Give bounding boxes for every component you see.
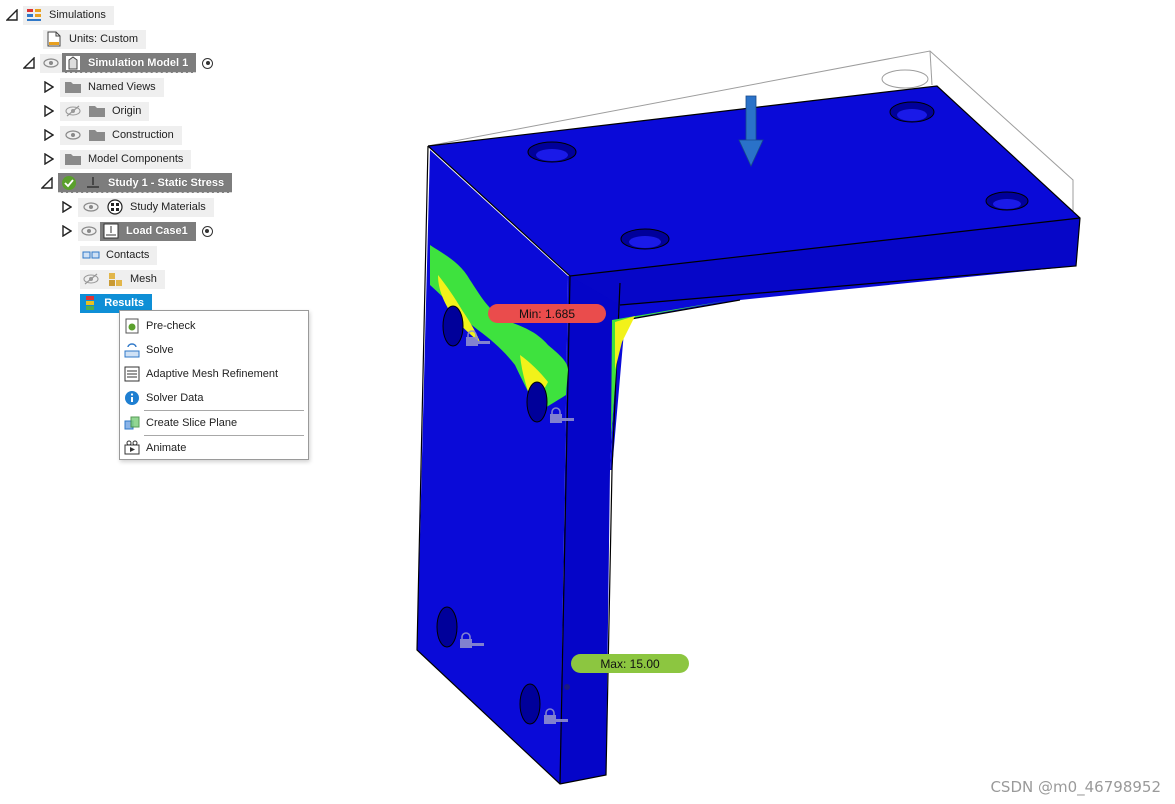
collapse-arrow-icon[interactable]	[40, 176, 54, 190]
tree-item-load-case[interactable]: Load Case1	[60, 221, 213, 241]
tree-item-label: Study Materials	[130, 201, 206, 213]
tree-item-label: Origin	[112, 105, 142, 117]
units-label: Units: Custom	[69, 33, 139, 45]
folder-icon	[64, 150, 82, 168]
load-case-label: Load Case1	[126, 225, 188, 237]
results-icon	[82, 294, 98, 312]
collapse-arrow-icon[interactable]	[22, 56, 36, 70]
materials-icon	[106, 198, 124, 216]
menu-item-create-slice-plane[interactable]: Create Slice Plane	[120, 411, 308, 435]
mesh-refinement-icon	[124, 366, 140, 382]
units-setting[interactable]: Units: Custom	[43, 29, 147, 49]
results-label: Results	[104, 297, 144, 309]
check-circle-icon	[60, 174, 78, 192]
menu-item-label: Solver Data	[146, 392, 204, 404]
menu-item-label: Animate	[146, 442, 187, 454]
tree-item-construction[interactable]: Construction	[42, 125, 182, 145]
model-icon	[64, 54, 82, 72]
simulation-model-node[interactable]: Simulation Model 1	[22, 53, 214, 73]
info-icon	[124, 390, 140, 406]
document-icon	[45, 30, 63, 48]
tree-item-model-components[interactable]: Model Components	[42, 149, 192, 169]
results-context-menu: Pre-check Solve Adaptive Mesh Refinement…	[119, 310, 309, 460]
eye-hidden-icon[interactable]	[82, 270, 100, 288]
min-probe-label[interactable]: Min: 1.685	[488, 304, 606, 323]
activate-radio-icon[interactable]	[201, 225, 213, 237]
expand-arrow-icon[interactable]	[42, 80, 56, 94]
tree-item-study-materials[interactable]: Study Materials	[60, 197, 214, 217]
static-stress-icon	[84, 174, 102, 192]
simulations-icon	[25, 6, 43, 24]
tree-item-origin[interactable]: Origin	[42, 101, 150, 121]
animate-icon	[124, 440, 140, 456]
tree-item-named-views[interactable]: Named Views	[42, 77, 164, 97]
menu-item-animate[interactable]: Animate	[120, 436, 308, 460]
folder-icon	[88, 102, 106, 120]
mesh-icon	[106, 270, 124, 288]
folder-icon	[64, 78, 82, 96]
menu-item-solve[interactable]: Solve	[120, 338, 308, 362]
study-label: Study 1 - Static Stress	[108, 176, 225, 189]
expand-arrow-icon[interactable]	[60, 224, 74, 238]
load-case-icon	[102, 222, 120, 240]
menu-item-label: Pre-check	[146, 320, 196, 332]
menu-item-label: Solve	[146, 344, 174, 356]
solve-icon	[124, 342, 140, 358]
menu-item-label: Adaptive Mesh Refinement	[146, 368, 279, 380]
menu-item-label: Create Slice Plane	[146, 417, 238, 429]
eye-icon[interactable]	[78, 221, 100, 241]
simulation-model-label: Simulation Model 1	[88, 56, 189, 69]
activate-radio-icon[interactable]	[202, 57, 214, 69]
precheck-icon	[124, 318, 140, 334]
eye-hidden-icon[interactable]	[64, 102, 82, 120]
expand-arrow-icon[interactable]	[60, 200, 74, 214]
eye-icon[interactable]	[64, 126, 82, 144]
watermark: CSDN @m0_46798952	[990, 778, 1161, 796]
contacts-icon	[82, 246, 100, 264]
menu-item-solver-data[interactable]: Solver Data	[120, 386, 308, 410]
max-probe-label[interactable]: Max: 15.00	[571, 654, 689, 673]
tree-root-label: Simulations	[49, 9, 106, 21]
tree-item-label: Model Components	[88, 153, 184, 165]
folder-icon	[88, 126, 106, 144]
max-probe-marker	[564, 684, 570, 690]
tree-item-label: Named Views	[88, 81, 156, 93]
tree-item-label: Contacts	[106, 249, 150, 261]
study-node[interactable]: Study 1 - Static Stress	[40, 173, 233, 193]
expand-arrow-icon[interactable]	[42, 104, 56, 118]
collapse-arrow-icon[interactable]	[5, 8, 19, 22]
eye-icon[interactable]	[40, 53, 62, 73]
expand-arrow-icon[interactable]	[42, 128, 56, 142]
slice-plane-icon	[124, 415, 140, 431]
eye-icon[interactable]	[82, 198, 100, 216]
tree-item-contacts[interactable]: Contacts	[80, 245, 158, 265]
tree-item-mesh[interactable]: Mesh	[80, 269, 165, 289]
menu-item-pre-check[interactable]: Pre-check	[120, 314, 308, 338]
tree-root[interactable]: Simulations	[5, 5, 114, 25]
tree-item-label: Construction	[112, 129, 174, 141]
tree-item-label: Mesh	[130, 273, 157, 285]
menu-item-adaptive-mesh-refinement[interactable]: Adaptive Mesh Refinement	[120, 362, 308, 386]
expand-arrow-icon[interactable]	[42, 152, 56, 166]
